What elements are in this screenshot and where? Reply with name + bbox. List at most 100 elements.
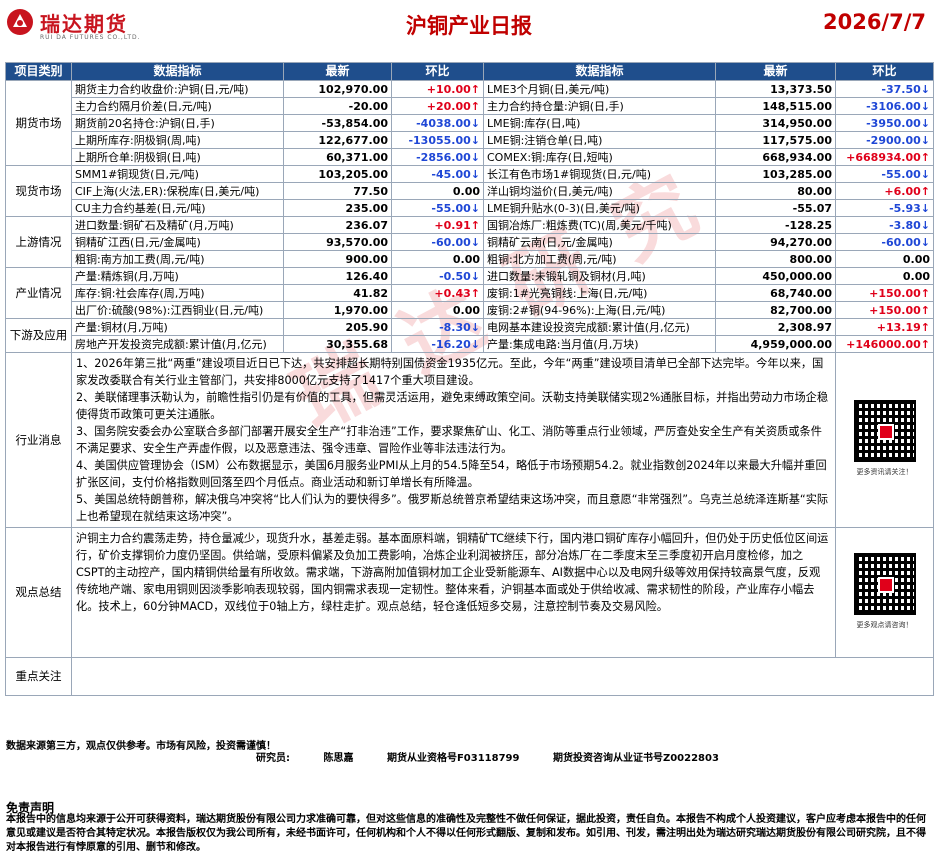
change-value: 0.00 <box>835 250 934 268</box>
column-header: 环比 <box>391 62 484 81</box>
qr-cell: 更多观点请咨询！ <box>835 527 934 658</box>
table-row: 粗铜:南方加工费(周,元/吨) 900.00 0.00 粗铜:北方加工费(周,元/吨)… <box>6 250 934 268</box>
change-value: -8.30↓ <box>391 318 484 336</box>
category-cell: 行业消息 <box>5 352 72 528</box>
column-header: 数据指标 <box>483 62 716 81</box>
table-row: 铜精矿江西(日,元/金属吨) 93,570.00 -60.00↓ 铜精矿云南(日,元/… <box>6 233 934 251</box>
indicator-name: 粗铜:北方加工费(周,元/吨) <box>483 250 716 268</box>
table-row: 上期所仓单:阴极铜(日,吨) 60,371.00 -2856.00↓ COMEX:铜:… <box>6 148 934 166</box>
indicator-name: 铜精矿江西(日,元/金属吨) <box>71 233 284 251</box>
change-value: -16.20↓ <box>391 335 484 353</box>
column-header: 环比 <box>835 62 934 81</box>
change-value: 0.00 <box>391 182 484 200</box>
indicator-name: 主力合约持仓量:沪铜(日,手) <box>483 97 716 115</box>
qr-caption: 更多观点请咨询！ <box>856 620 913 629</box>
table-row: 出厂价:硫酸(98%):江西铜业(日,元/吨) 1,970.00 0.00 废铜:2#… <box>6 301 934 319</box>
news-item: 4、美国供应管理协会（ISM）公布数据显示，美国6月服务业PMI从上月的54.5… <box>76 459 827 489</box>
latest-value: 668,934.00 <box>715 148 836 166</box>
indicator-name: 废铜:1#光亮铜线:上海(日,元/吨) <box>483 284 716 302</box>
view-content: 沪铜主力合约震荡走势，持仓量减少，现货升水，基差走弱。基本面原料端，铜精矿TC继… <box>71 527 836 658</box>
indicator-name: 产量:铜材(月,万吨) <box>71 318 284 336</box>
table-row: 产业情况 产量:精炼铜(月,万吨) 126.40 -0.50↓ 进口数量:未锻轧铜及铜材… <box>5 267 934 319</box>
category-cell: 产业情况 <box>5 267 72 319</box>
change-value: -0.50↓ <box>391 267 484 285</box>
latest-value: 314,950.00 <box>715 114 836 132</box>
change-value: +150.00↑ <box>835 284 934 302</box>
latest-value: 93,570.00 <box>283 233 392 251</box>
indicator-name: 产量:精炼铜(月,万吨) <box>71 267 284 285</box>
latest-value: 4,959,000.00 <box>715 335 836 353</box>
change-value: -5.93↓ <box>835 199 934 217</box>
latest-value: 450,000.00 <box>715 267 836 285</box>
indicator-name: 进口数量:铜矿石及精矿(月,万吨) <box>71 216 284 234</box>
latest-value: 60,371.00 <box>283 148 392 166</box>
indicator-name: SMM1#铜现货(日,元/吨) <box>71 165 284 183</box>
news-item: 2、美联储理事沃勒认为，前瞻性指引仍是有价值的工具，但需灵活运用，避免束缚政策空… <box>76 391 829 421</box>
qr-code-icon[interactable] <box>853 552 916 615</box>
researcher-name: 陈思嘉 <box>323 753 354 764</box>
change-value: -60.00↓ <box>391 233 484 251</box>
change-value: -3.80↓ <box>835 216 934 234</box>
table-row: 库存:铜:社会库存(周,万吨) 41.82 +0.43↑ 废铜:1#光亮铜线:上海(日… <box>6 284 934 302</box>
indicator-name: 房地产开发投资完成额:累计值(月,亿元) <box>71 335 284 353</box>
latest-value: -128.25 <box>715 216 836 234</box>
news-row: 行业消息 1、2026年第三批“两重”建设项目近日已下达，共安排超长期特别国债资… <box>5 352 934 528</box>
indicator-name: 长江有色市场1#铜现货(日,元/吨) <box>483 165 716 183</box>
latest-value: 103,285.00 <box>715 165 836 183</box>
report-header: 瑞达期货 RUI DA FUTURES CO.,LTD. 沪铜产业日报 2026… <box>0 0 938 56</box>
latest-value: 205.90 <box>283 318 392 336</box>
report-title: 沪铜产业日报 <box>406 14 532 38</box>
latest-value: 13,373.50 <box>715 80 836 98</box>
latest-value: 80.00 <box>715 182 836 200</box>
consult-license-number: 期货投资咨询从业证书号Z0022803 <box>552 753 719 764</box>
researcher-label: 研究员: <box>256 753 290 764</box>
table-row: 现货市场 SMM1#铜现货(日,元/吨) 103,205.00 -45.00↓ 长江有色… <box>5 165 934 217</box>
change-value: -37.50↓ <box>835 80 934 98</box>
change-value: -55.00↓ <box>835 165 934 183</box>
change-value: -55.00↓ <box>391 199 484 217</box>
latest-value: 236.07 <box>283 216 392 234</box>
news-content: 1、2026年第三批“两重”建设项目近日已下达，共安排超长期特别国债资金1935… <box>71 352 836 528</box>
table-row: 主力合约隔月价差(日,元/吨) -20.00 +20.00↑ 主力合约持仓量:沪铜(日… <box>6 97 934 115</box>
change-value: -3106.00↓ <box>835 97 934 115</box>
latest-value: 900.00 <box>283 250 392 268</box>
focus-content <box>71 657 934 696</box>
indicator-name: COMEX:铜:库存(日,短吨) <box>483 148 716 166</box>
latest-value: 2,308.97 <box>715 318 836 336</box>
indicator-name: CIF上海(火法,ER):保税库(日,美元/吨) <box>71 182 284 200</box>
indicator-name: 洋山铜均溢价(日,美元/吨) <box>483 182 716 200</box>
change-value: +6.00↑ <box>835 182 934 200</box>
latest-value: 148,515.00 <box>715 97 836 115</box>
latest-value: -20.00 <box>283 97 392 115</box>
license-number: 期货从业资格号F03118799 <box>386 753 520 764</box>
change-value: +0.43↑ <box>391 284 484 302</box>
change-value: -13055.00↓ <box>391 131 484 149</box>
change-value: -2856.00↓ <box>391 148 484 166</box>
report-date: 2026/7/7 <box>822 10 926 34</box>
category-cell: 下游及应用 <box>5 318 72 353</box>
table-row: 期货前20名持仓:沪铜(日,手) -53,854.00 -4038.00↓ LME铜:… <box>6 114 934 132</box>
latest-value: -55.07 <box>715 199 836 217</box>
indicator-name: 铜精矿云南(日,元/金属吨) <box>483 233 716 251</box>
indicator-name: 进口数量:未锻轧铜及铜材(月,吨) <box>483 267 716 285</box>
qr-code-icon[interactable] <box>853 400 916 462</box>
table-row: CIF上海(火法,ER):保税库(日,美元/吨) 77.50 0.00 洋山铜均溢价(… <box>6 182 934 200</box>
change-value: +13.19↑ <box>835 318 934 336</box>
latest-value: 235.00 <box>283 199 392 217</box>
change-value: +20.00↑ <box>391 97 484 115</box>
indicator-name: 电网基本建设投资完成额:累计值(月,亿元) <box>483 318 716 336</box>
latest-value: 41.82 <box>283 284 392 302</box>
latest-value: 68,740.00 <box>715 284 836 302</box>
indicator-name: 废铜:2#铜(94-96%):上海(日,元/吨) <box>483 301 716 319</box>
change-value: -45.00↓ <box>391 165 484 183</box>
column-header: 数据指标 <box>71 62 284 81</box>
column-header: 项目类别 <box>5 62 72 81</box>
column-header: 最新 <box>283 62 392 81</box>
latest-value: 122,677.00 <box>283 131 392 149</box>
change-value: -4038.00↓ <box>391 114 484 132</box>
news-item: 5、美国总统特朗普称，解决俄乌冲突将“比人们认为的要快得多”。俄罗斯总统普京希望… <box>76 493 829 523</box>
change-value: -3950.00↓ <box>835 114 934 132</box>
indicator-name: 上期所库存:阴极铜(周,吨) <box>71 131 284 149</box>
latest-value: 102,970.00 <box>283 80 392 98</box>
change-value: +0.91↑ <box>391 216 484 234</box>
